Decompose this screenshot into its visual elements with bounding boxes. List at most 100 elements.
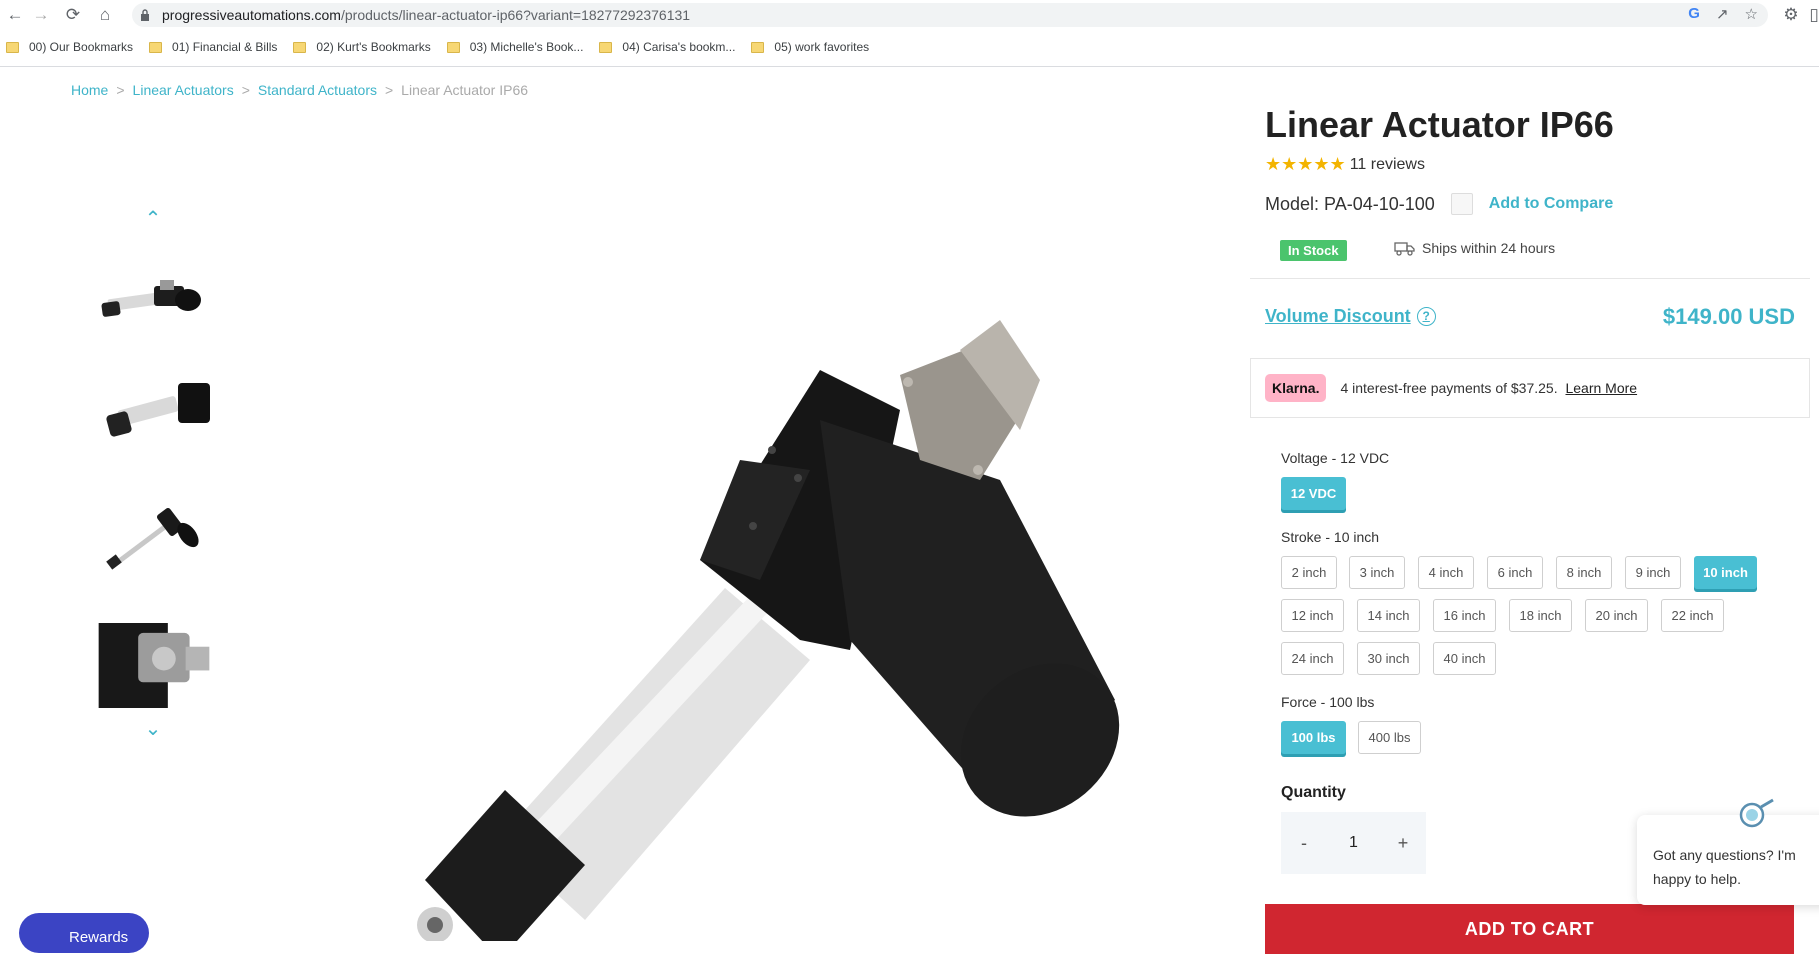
klarna-learn-more-link[interactable]: Learn More [1565, 380, 1637, 396]
quantity-stepper: - 1 + [1281, 812, 1426, 874]
compare-checkbox[interactable] [1450, 193, 1473, 215]
reload-icon[interactable]: ⟳ [62, 4, 84, 26]
volume-discount-link[interactable]: Volume Discount ? [1265, 306, 1436, 327]
klarna-logo: Klarna. [1265, 374, 1327, 402]
thumbnail-1[interactable] [98, 252, 210, 338]
url-text: progressiveautomations.com/products/line… [162, 7, 690, 23]
sidepanel-icon[interactable]: ▯ [1803, 4, 1819, 26]
chat-bubble[interactable]: Got any questions? I'm happy to help. [1637, 815, 1819, 905]
breadcrumb-separator: > [241, 82, 250, 98]
voltage-label: Voltage - 12 VDC [1281, 450, 1390, 466]
stroke-option-22[interactable]: 22 inch [1661, 599, 1724, 632]
stroke-option-2[interactable]: 2 inch [1281, 556, 1337, 589]
address-bar[interactable]: progressiveautomations.com/products/line… [132, 3, 1768, 27]
voltage-option-12vdc[interactable]: 12 VDC [1281, 477, 1346, 510]
model-number: Model: PA-04-10-100 [1265, 193, 1435, 214]
thumbnail-4[interactable] [98, 623, 210, 708]
forward-icon[interactable]: → [30, 4, 52, 26]
thumbnail-3[interactable] [98, 493, 210, 579]
model-row: Model: PA-04-10-100 Add to Compare [1265, 193, 1613, 215]
thumb-up-icon[interactable]: ⌃ [140, 209, 166, 229]
quantity-decrease-button[interactable]: - [1295, 833, 1313, 854]
stroke-option-4[interactable]: 4 inch [1418, 556, 1474, 589]
quantity-increase-button[interactable]: + [1394, 833, 1412, 854]
klarna-text: 4 interest-free payments of $37.25. Lear… [1340, 380, 1637, 396]
shipping-text: Ships within 24 hours [1422, 240, 1556, 256]
folder-icon [149, 41, 163, 53]
bookmark-label: 04) Carisa's bookm... [622, 40, 736, 54]
klarna-banner: Klarna. 4 interest-free payments of $37.… [1250, 358, 1810, 418]
linear-actuator-image [417, 320, 1120, 954]
stock-badge: In Stock [1280, 240, 1347, 261]
browser-toolbar: ← → ⟳ ⌂ progressiveautomations.com/produ… [0, 0, 1819, 30]
stroke-option-12[interactable]: 12 inch [1281, 599, 1344, 632]
stroke-option-40[interactable]: 40 inch [1433, 642, 1496, 675]
shipping-info: Ships within 24 hours [1394, 240, 1555, 256]
stroke-option-16[interactable]: 16 inch [1433, 599, 1496, 632]
add-to-cart-button[interactable]: ADD TO CART [1265, 904, 1794, 954]
share-icon[interactable]: ↗ [1716, 5, 1729, 23]
extensions-icon[interactable]: ⚙ [1780, 4, 1802, 26]
breadcrumb-standard-actuators[interactable]: Standard Actuators [258, 82, 377, 98]
bookmark-folder[interactable]: 03) Michelle's Book... [446, 40, 584, 54]
thumbnail-2[interactable] [98, 367, 210, 453]
bookmark-folder[interactable]: 02) Kurt's Bookmarks [293, 40, 431, 54]
quantity-label: Quantity [1281, 784, 1346, 801]
actuator-thumb-image [98, 623, 210, 708]
bookmark-label: 00) Our Bookmarks [29, 40, 134, 54]
rewards-label: Rewards [69, 929, 129, 946]
stroke-option-9[interactable]: 9 inch [1625, 556, 1681, 589]
url-host: progressiveautomations.com [162, 7, 341, 23]
bookmark-label: 03) Michelle's Book... [469, 40, 584, 54]
question-icon[interactable]: ? [1416, 307, 1436, 326]
breadcrumb-home[interactable]: Home [71, 82, 108, 98]
quantity-input[interactable]: 1 [1349, 834, 1358, 852]
toolbar-divider [0, 66, 1819, 67]
bookmark-label: 02) Kurt's Bookmarks [316, 40, 431, 54]
bookmark-label: 01) Financial & Bills [172, 40, 278, 54]
breadcrumb-separator: > [384, 82, 394, 98]
home-icon[interactable]: ⌂ [94, 4, 116, 26]
actuator-thumb-image [106, 383, 210, 437]
stroke-option-8[interactable]: 8 inch [1556, 556, 1612, 589]
folder-icon [6, 41, 19, 53]
back-icon[interactable]: ← [4, 4, 26, 26]
breadcrumb: Home > Linear Actuators > Standard Actua… [71, 82, 528, 98]
bookmark-folder[interactable]: 04) Carisa's bookm... [599, 40, 735, 54]
review-count[interactable]: 11 reviews [1350, 156, 1425, 174]
add-to-compare-link[interactable]: Add to Compare [1489, 195, 1613, 213]
force-label: Force - 100 lbs [1281, 694, 1375, 710]
bookmark-folder[interactable]: 01) Financial & Bills [149, 40, 277, 54]
bookmarks-bar: 00) Our Bookmarks 01) Financial & Bills … [0, 34, 1819, 60]
product-rating[interactable]: ★★★★★ 11 reviews [1265, 154, 1425, 175]
stroke-option-24[interactable]: 24 inch [1281, 642, 1344, 675]
breadcrumb-current: Linear Actuator IP66 [401, 82, 529, 98]
truck-icon [1394, 242, 1415, 256]
stroke-option-18[interactable]: 18 inch [1509, 599, 1572, 632]
stroke-option-20[interactable]: 20 inch [1585, 599, 1648, 632]
divider [1250, 278, 1810, 279]
breadcrumb-linear-actuators[interactable]: Linear Actuators [133, 82, 234, 98]
stroke-option-30[interactable]: 30 inch [1357, 642, 1420, 675]
folder-icon [751, 41, 765, 53]
bookmark-folder[interactable]: 05) work favorites [751, 40, 869, 54]
stroke-option-14[interactable]: 14 inch [1357, 599, 1420, 632]
bookmark-folder[interactable]: 00) Our Bookmarks [6, 40, 133, 54]
stroke-option-10[interactable]: 10 inch [1694, 556, 1757, 589]
folder-icon [446, 41, 460, 53]
thumb-down-icon[interactable]: ⌄ [140, 719, 166, 739]
force-option-400[interactable]: 400 lbs [1358, 721, 1421, 754]
breadcrumb-separator: > [116, 82, 125, 98]
main-product-image[interactable] [380, 320, 1140, 954]
stroke-option-3[interactable]: 3 inch [1349, 556, 1405, 589]
chat-agent-icon[interactable] [1737, 797, 1777, 831]
actuator-thumb-image [106, 508, 199, 570]
actuator-thumb-image [101, 280, 201, 317]
bookmark-star-icon[interactable]: ☆ [1745, 5, 1758, 23]
google-icon[interactable]: G [1688, 5, 1700, 23]
stroke-option-6[interactable]: 6 inch [1487, 556, 1543, 589]
rewards-button[interactable]: Rewards [19, 913, 149, 953]
klarna-payment-text: 4 interest-free payments of $37.25. [1340, 380, 1558, 396]
force-option-100[interactable]: 100 lbs [1281, 721, 1346, 754]
product-price: $149.00 USD [1662, 304, 1795, 329]
